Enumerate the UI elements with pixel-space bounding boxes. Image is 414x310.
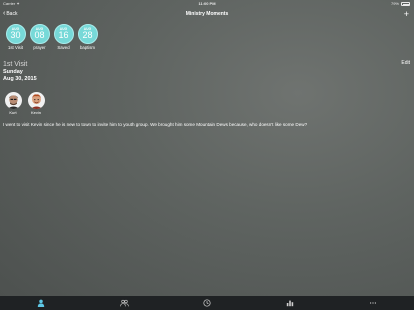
- battery-indicator: 79%: [391, 0, 410, 8]
- moment-detail: 1st Visit Sunday Aug 30, 2015: [3, 61, 37, 82]
- badge-label: prayer: [33, 45, 46, 50]
- badge-label: Saved: [57, 45, 70, 50]
- edit-button[interactable]: Edit: [401, 60, 410, 66]
- avatar: [4, 92, 22, 109]
- badge-day: 16: [58, 30, 69, 41]
- person-kevin[interactable]: Kevin: [27, 92, 45, 115]
- badge-day: 28: [82, 30, 93, 41]
- battery-percent: 79%: [390, 1, 399, 6]
- avatar: [27, 92, 45, 109]
- chart-icon: [286, 300, 293, 307]
- moment-weekday: Sunday: [3, 69, 23, 75]
- clock-icon: [203, 299, 211, 307]
- person-name: Kevin: [30, 110, 41, 115]
- tab-profile[interactable]: [31, 296, 51, 310]
- date-circle: AUG 28: [77, 24, 98, 44]
- tab-stats[interactable]: [280, 296, 300, 310]
- battery-icon: [401, 2, 410, 6]
- add-button[interactable]: +: [404, 8, 409, 20]
- moment-note: I went to visit Kevin since he is new to…: [3, 122, 308, 127]
- more-icon: [369, 302, 376, 304]
- status-bar: Carrier ✦ 11:00 PM 79%: [0, 0, 414, 8]
- tab-people[interactable]: [114, 296, 134, 310]
- date-circle: AUG 16: [53, 24, 74, 44]
- moment-badge[interactable]: AUG 30 1st Visit: [4, 24, 27, 50]
- date-circle: AUG 08: [29, 24, 50, 44]
- clock-time: 11:00 PM: [198, 1, 216, 6]
- tab-history[interactable]: [197, 296, 217, 310]
- badge-label: 1st Visit: [8, 45, 23, 50]
- people-list: Kurt Kevin: [4, 92, 45, 115]
- moment-badge[interactable]: AUG 08 prayer: [28, 24, 51, 50]
- moment-badges: AUG 30 1st Visit AUG 08 prayer AUG 16 Sa…: [4, 24, 99, 50]
- tab-bar: [0, 296, 414, 310]
- moment-badge[interactable]: AUG 28 baptism: [76, 24, 99, 50]
- moment-type: 1st Visit: [3, 61, 28, 68]
- person-name: Kurt: [9, 110, 17, 115]
- person-icon: [38, 299, 45, 307]
- page-title: Ministry Moments: [185, 11, 229, 17]
- moment-badge[interactable]: AUG 16 Saved: [52, 24, 75, 50]
- badge-day: 08: [34, 30, 45, 41]
- moment-date: Aug 30, 2015: [3, 75, 37, 82]
- person-kurt[interactable]: Kurt: [4, 92, 22, 115]
- date-circle: AUG 30: [5, 24, 26, 44]
- tab-more[interactable]: [363, 296, 383, 310]
- badge-day: 30: [10, 30, 21, 41]
- people-icon: [119, 299, 129, 307]
- navigation-bar: ‹ Back Ministry Moments +: [0, 8, 414, 20]
- badge-label: baptism: [79, 45, 96, 50]
